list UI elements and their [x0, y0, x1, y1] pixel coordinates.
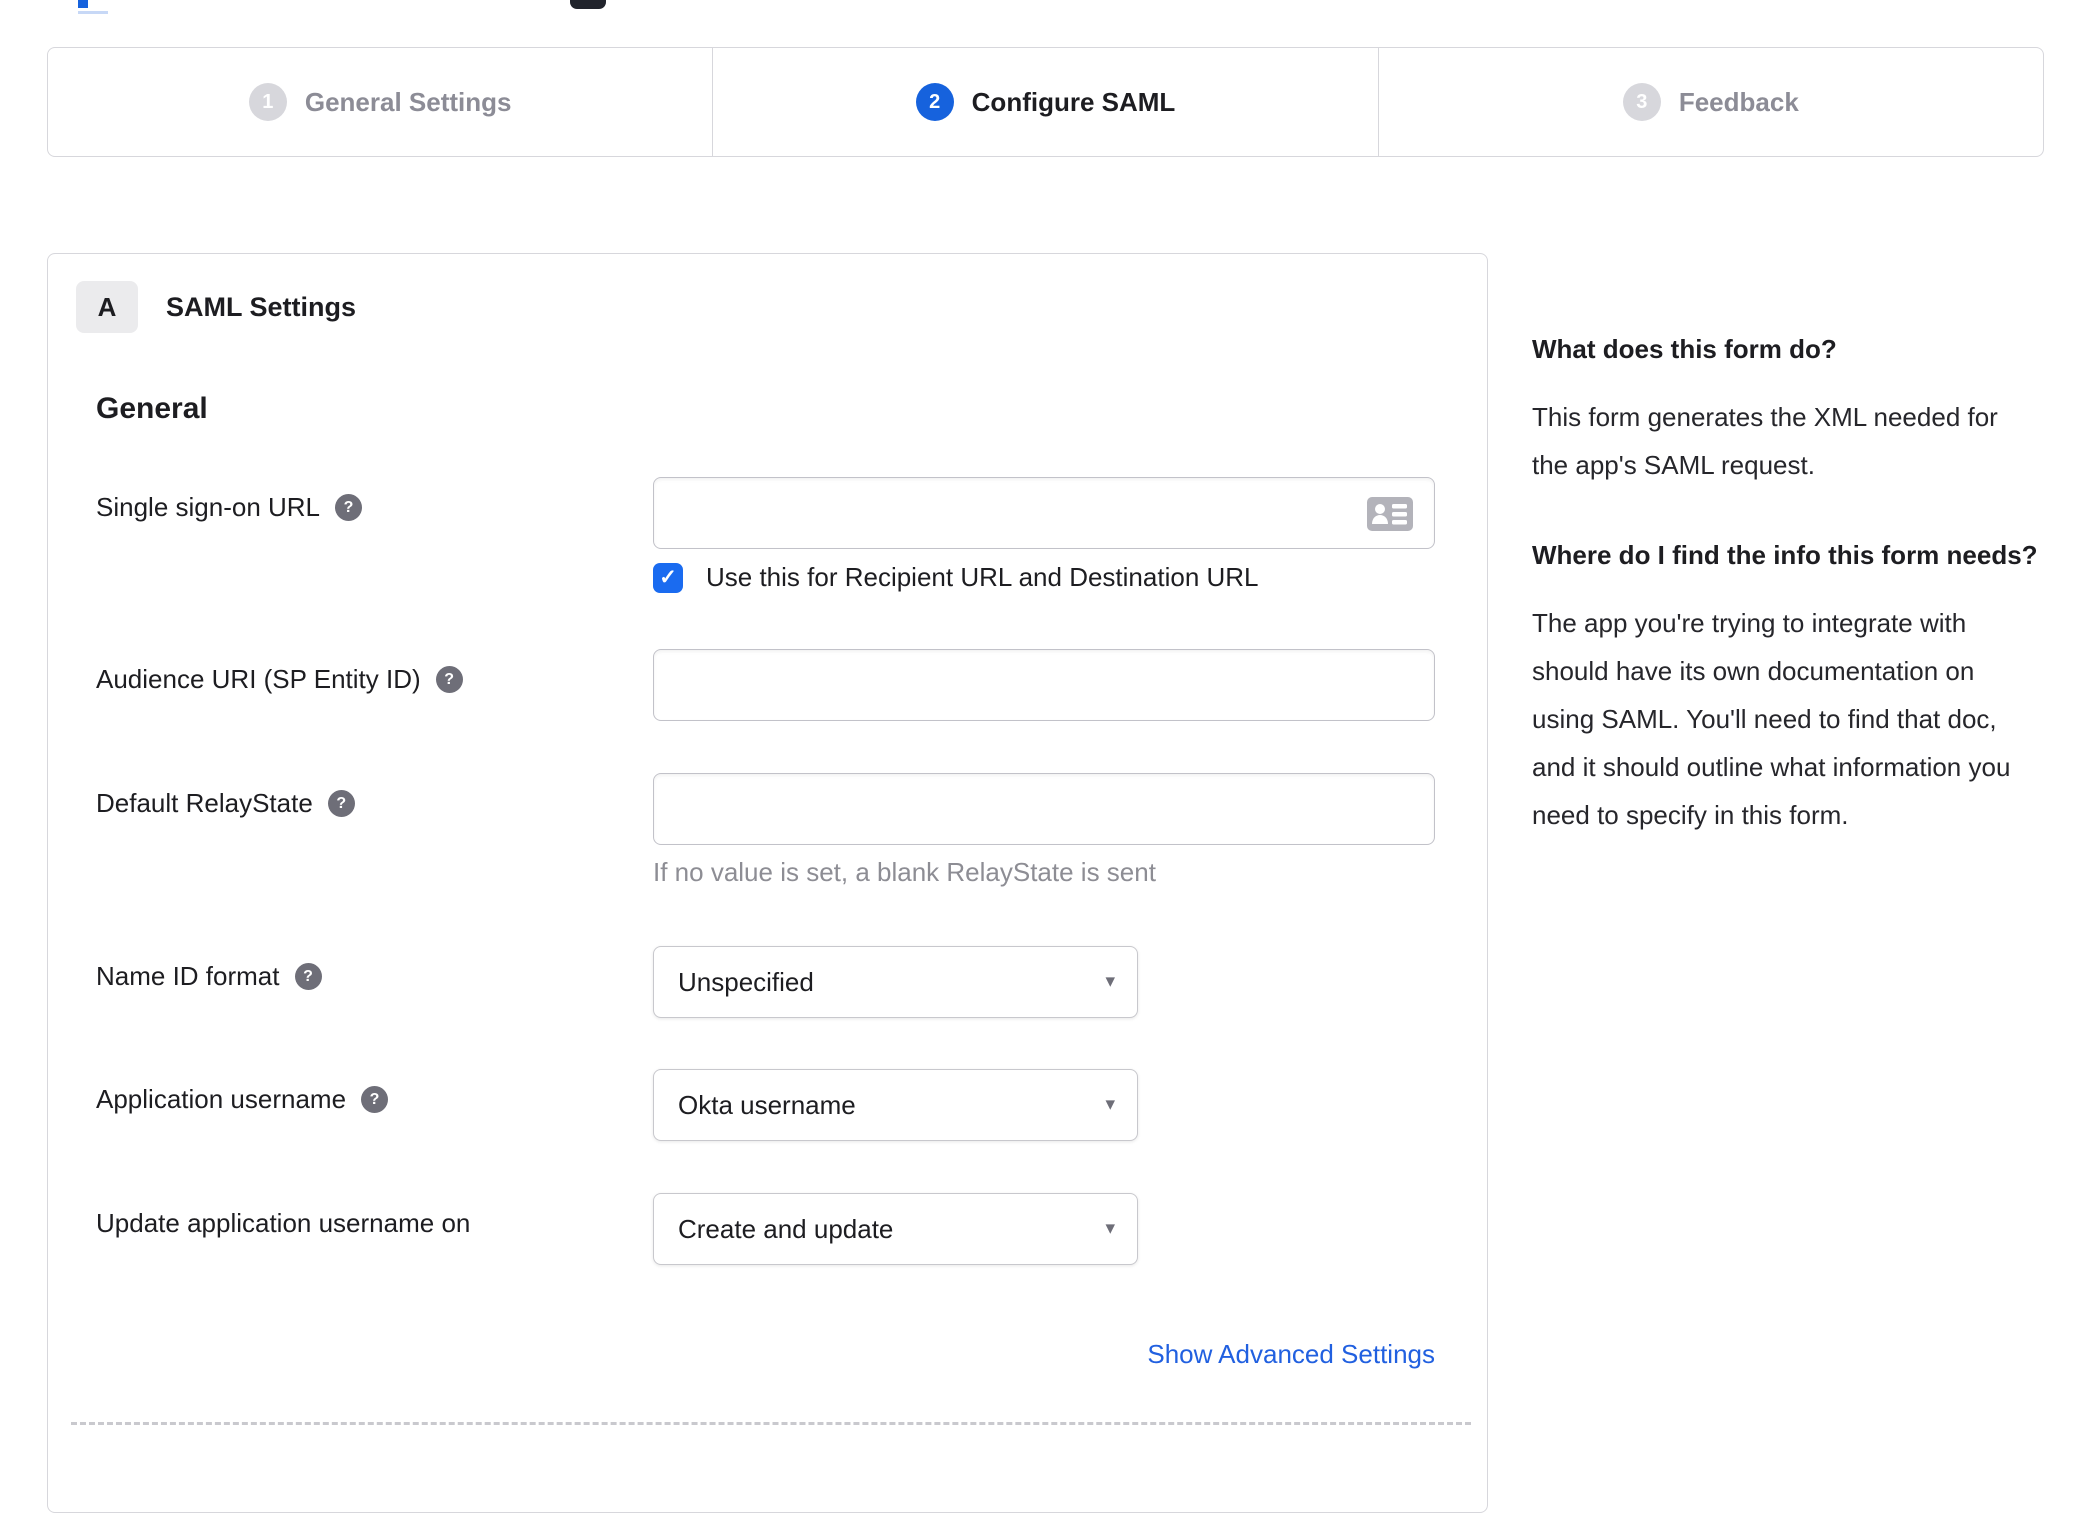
field-row-application-username: Application username ? Okta username ▾	[96, 1069, 1487, 1141]
recipient-url-checkbox-row: ✓ Use this for Recipient URL and Destina…	[653, 562, 1435, 593]
saml-settings-card: A SAML Settings General Single sign-on U…	[47, 253, 1488, 1513]
update-username-on-label: Update application username on	[96, 1208, 471, 1238]
field-control: Create and update ▾	[653, 1193, 1138, 1265]
single-sign-on-url-input[interactable]	[653, 477, 1435, 549]
audience-uri-label: Audience URI (SP Entity ID)	[96, 664, 421, 694]
chevron-down-icon: ▾	[1105, 1218, 1115, 1240]
help-icon[interactable]: ?	[294, 963, 322, 990]
help-icon[interactable]: ?	[335, 494, 363, 521]
default-relaystate-input[interactable]	[653, 773, 1435, 845]
field-label-wrap: Audience URI (SP Entity ID) ?	[96, 649, 653, 696]
application-username-select[interactable]: Okta username ▾	[653, 1069, 1138, 1141]
advanced-settings-row: Show Advanced Settings	[96, 1339, 1435, 1370]
step-3-label: Feedback	[1678, 86, 1799, 117]
field-label-wrap: Name ID format ?	[96, 946, 653, 993]
recipient-url-checkbox[interactable]: ✓	[653, 562, 683, 593]
show-advanced-settings-link[interactable]: Show Advanced Settings	[1147, 1339, 1435, 1369]
field-row-audience-uri: Audience URI (SP Entity ID) ?	[96, 649, 1487, 721]
field-label-wrap: Default RelayState ?	[96, 773, 653, 820]
sidebar-question-2: Where do I find the info this form needs…	[1532, 540, 2038, 570]
cropped-blue-fragment	[78, 0, 88, 8]
application-username-label: Application username	[96, 1084, 347, 1114]
update-username-on-select[interactable]: Create and update ▾	[653, 1193, 1138, 1265]
cropped-blue-underline	[78, 11, 108, 14]
recipient-url-checkbox-label: Use this for Recipient URL and Destinati…	[706, 562, 1259, 592]
general-section-heading: General	[96, 392, 208, 425]
field-row-name-id-format: Name ID format ? Unspecified ▾	[96, 946, 1487, 1018]
step-general-settings[interactable]: 1 General Settings	[48, 48, 712, 156]
audience-uri-input[interactable]	[653, 649, 1435, 721]
field-control: Unspecified ▾	[653, 946, 1138, 1018]
relaystate-helper-text: If no value is set, a blank RelayState i…	[653, 857, 1156, 887]
step-1-label: General Settings	[304, 86, 512, 117]
wizard-stepper: 1 General Settings 2 Configure SAML 3 Fe…	[47, 47, 2044, 157]
field-control	[653, 649, 1435, 721]
step-2-label: Configure SAML	[971, 86, 1176, 117]
single-sign-on-url-label: Single sign-on URL	[96, 492, 321, 522]
card-header: A SAML Settings	[76, 281, 1487, 333]
field-row-single-sign-on-url: Single sign-on URL ? ✓ Use this for Reci…	[96, 477, 1487, 593]
help-icon[interactable]: ?	[361, 1086, 389, 1113]
name-id-format-select[interactable]: Unspecified ▾	[653, 946, 1138, 1018]
field-label-wrap: Application username ?	[96, 1069, 653, 1116]
step-2-circle: 2	[915, 83, 954, 121]
cropped-dark-fragment	[570, 0, 606, 9]
help-sidebar: What does this form do? This form genera…	[1532, 326, 2040, 882]
step-1-circle: 1	[248, 83, 287, 121]
application-username-value: Okta username	[678, 1089, 856, 1120]
default-relaystate-label: Default RelayState	[96, 788, 313, 818]
chevron-down-icon: ▾	[1105, 971, 1115, 993]
section-a-badge: A	[76, 281, 138, 333]
card-title: SAML Settings	[166, 291, 357, 322]
section-dashed-divider	[71, 1422, 1471, 1425]
field-control: Okta username ▾	[653, 1069, 1138, 1141]
sidebar-question-1: What does this form do?	[1532, 334, 1837, 364]
step-3-circle: 3	[1622, 83, 1661, 121]
step-configure-saml[interactable]: 2 Configure SAML	[712, 48, 1377, 156]
field-row-update-username-on: Update application username on Create an…	[96, 1193, 1487, 1265]
help-icon[interactable]: ?	[327, 790, 355, 817]
field-label-wrap: Single sign-on URL ?	[96, 477, 653, 524]
sidebar-answer-1: This form generates the XML needed for t…	[1532, 402, 1998, 480]
sidebar-answer-2: The app you're trying to integrate with …	[1532, 608, 2011, 830]
step-feedback[interactable]: 3 Feedback	[1377, 48, 2043, 156]
field-label-wrap: Update application username on	[96, 1193, 653, 1240]
help-icon[interactable]: ?	[435, 666, 463, 693]
field-control: If no value is set, a blank RelayState i…	[653, 773, 1435, 887]
field-control: ✓ Use this for Recipient URL and Destina…	[653, 477, 1435, 593]
update-username-on-value: Create and update	[678, 1213, 894, 1244]
chevron-down-icon: ▾	[1105, 1094, 1115, 1116]
field-row-default-relaystate: Default RelayState ? If no value is set,…	[96, 773, 1487, 887]
name-id-format-label: Name ID format	[96, 961, 280, 991]
name-id-format-value: Unspecified	[678, 966, 814, 997]
